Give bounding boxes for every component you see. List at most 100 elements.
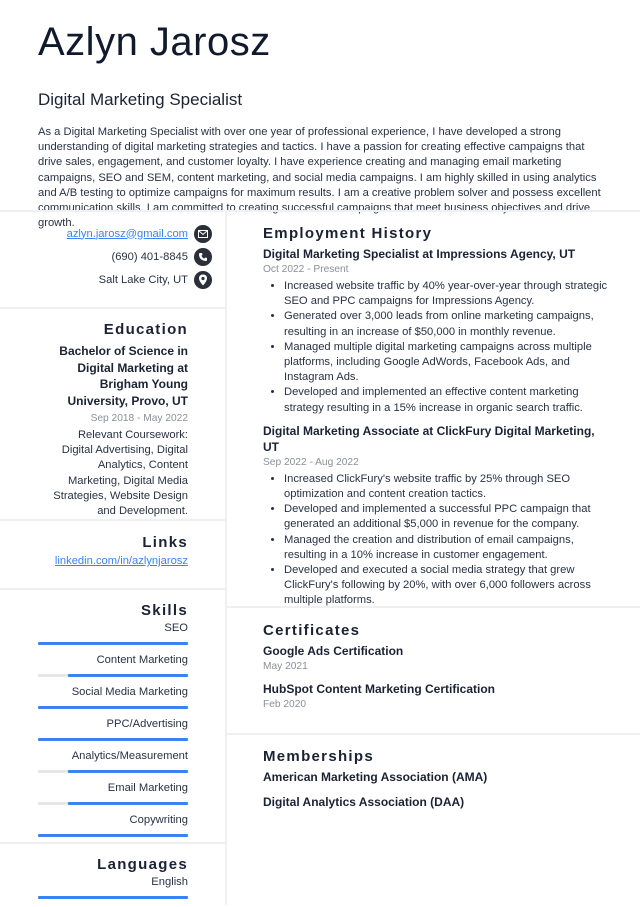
job-entry: Digital Marketing Associate at ClickFury… (263, 423, 608, 609)
certificates-heading: Certificates (263, 622, 361, 639)
skill-label: Social Media Marketing (71, 686, 188, 698)
candidate-job-title: Digital Marketing Specialist (38, 90, 243, 109)
skill-item: Copywriting (0, 813, 188, 837)
language-label: English (151, 876, 188, 888)
skill-label: Content Marketing (96, 654, 188, 666)
links-list: linkedin.com/in/azlynjarosz (0, 555, 188, 567)
envelope-icon (194, 224, 212, 243)
contact-phone: (690) 401-8845 (0, 245, 212, 268)
education-coursework: Relevant Coursework: Digital Advertising… (53, 429, 188, 518)
job-bullet: Developed and implemented a successful P… (284, 502, 608, 532)
skill-item: Email Marketing (0, 781, 188, 805)
languages-heading: Languages (97, 856, 188, 873)
job-bullets: Increased website traffic by 40% year-ov… (263, 279, 608, 416)
job-entry: Digital Marketing Specialist at Impressi… (263, 246, 608, 416)
skill-level-bar (38, 642, 188, 645)
contact-email: azlyn.jarosz@gmail.com (0, 222, 212, 245)
skill-level-fill (38, 896, 188, 899)
education-heading: Education (103, 321, 188, 338)
skills-divider (0, 842, 225, 844)
skill-item: Content Marketing (0, 653, 188, 677)
certificate-name: Google Ads Certification (263, 644, 404, 658)
contact-section: azlyn.jarosz@gmail.com (690) 401-8845 Sa… (0, 222, 212, 291)
job-bullet: Managed the creation and distribution of… (284, 533, 608, 563)
language-item: English (0, 875, 188, 899)
phone-icon (194, 247, 212, 266)
certificates-list: Google Ads Certification May 2021 HubSpot … (263, 643, 608, 712)
skill-level-fill (68, 802, 188, 805)
skill-level-fill (38, 738, 188, 741)
certificate-entry: HubSpot Content Marketing Certification F… (263, 681, 608, 712)
links-heading: Links (142, 534, 188, 551)
skill-level-fill (68, 674, 188, 677)
languages-section: Languages English (0, 856, 188, 907)
job-title: Digital Marketing Associate at ClickFury… (263, 423, 595, 454)
skill-level-bar (38, 896, 188, 899)
skill-level-fill (38, 642, 188, 645)
skill-label: PPC/Advertising (106, 718, 188, 730)
skills-list: SEO Content Marketing Social Media Marketi… (0, 621, 188, 837)
location-text: Salt Lake City, UT (98, 273, 188, 286)
education-degree: Bachelor of Science in Digital Marketing… (59, 344, 188, 408)
certificates-divider (227, 733, 640, 735)
job-bullets: Increased ClickFury's website traffic by… (263, 472, 608, 609)
skill-level-bar (38, 770, 188, 773)
skill-label: Copywriting (129, 814, 188, 826)
employment-heading: Employment History (263, 225, 433, 242)
job-bullet: Generated over 3,000 leads from online m… (284, 309, 608, 339)
header-divider (0, 210, 640, 212)
memberships-heading: Memberships (263, 748, 374, 765)
memberships-section: Memberships American Marketing Associati… (263, 748, 608, 810)
skill-item: SEO (0, 621, 188, 645)
education-divider (0, 519, 225, 521)
certificates-section: Certificates Google Ads Certification May… (263, 622, 608, 712)
resume-header: Azlyn Jarosz Digital Marketing Specialis… (38, 0, 608, 231)
job-bullet: Developed and executed a social media st… (284, 563, 608, 609)
job-bullet: Developed and implemented an effective c… (284, 385, 608, 415)
links-divider (0, 588, 225, 590)
languages-list: English (0, 875, 188, 899)
candidate-name: Azlyn Jarosz (38, 20, 271, 64)
skill-level-bar (38, 674, 188, 677)
map-pin-icon (194, 270, 212, 289)
column-divider (225, 211, 227, 905)
links-section: Links linkedin.com/in/azlynjarosz (0, 534, 188, 567)
job-title: Digital Marketing Specialist at Impressi… (263, 247, 576, 261)
skill-level-bar (38, 834, 188, 837)
employment-divider (227, 606, 640, 608)
skill-level-fill (68, 770, 188, 773)
employment-section: Employment History Digital Marketing Spe… (263, 225, 608, 609)
skills-heading: Skills (141, 602, 188, 619)
skill-item: Analytics/Measurement (0, 749, 188, 773)
skill-level-bar (38, 706, 188, 709)
certificate-entry: Google Ads Certification May 2021 (263, 643, 608, 674)
linkedin-link[interactable]: linkedin.com/in/azlynjarosz (55, 555, 188, 567)
skill-level-bar (38, 802, 188, 805)
skill-item: PPC/Advertising (0, 717, 188, 741)
certificate-name: HubSpot Content Marketing Certification (263, 682, 495, 696)
job-bullet: Increased website traffic by 40% year-ov… (284, 279, 608, 309)
contact-divider (0, 307, 225, 309)
job-dates: Oct 2022 - Present (263, 264, 349, 275)
skill-level-fill (38, 706, 188, 709)
job-dates: Sep 2022 - Aug 2022 (263, 456, 359, 468)
skill-level-fill (38, 834, 188, 837)
contact-location: Salt Lake City, UT (0, 268, 212, 291)
job-bullet: Increased ClickFury's website traffic by… (284, 472, 608, 502)
job-bullet: Managed multiple digital marketing campa… (284, 340, 608, 386)
memberships-list: American Marketing Association (AMA) Digi… (263, 769, 608, 810)
phone-number: (690) 401-8845 (111, 250, 188, 263)
skill-item: Social Media Marketing (0, 685, 188, 709)
certificate-date: Feb 2020 (263, 699, 307, 710)
membership-item: Digital Analytics Association (DAA) (263, 795, 465, 809)
skills-section: Skills SEO Content Marketing Social Media … (0, 602, 188, 845)
profile-summary: As a Digital Marketing Specialist with o… (38, 126, 601, 230)
skill-label: Analytics/Measurement (71, 750, 188, 762)
jobs-list: Digital Marketing Specialist at Impressi… (263, 246, 608, 609)
skill-label: SEO (164, 622, 188, 634)
membership-item: American Marketing Association (AMA) (263, 770, 488, 784)
education-section: Education Bachelor of Science in Digital… (0, 321, 188, 519)
skill-level-bar (38, 738, 188, 741)
education-dates: Sep 2018 - May 2022 (90, 413, 188, 424)
email-link[interactable]: azlyn.jarosz@gmail.com (67, 228, 188, 240)
